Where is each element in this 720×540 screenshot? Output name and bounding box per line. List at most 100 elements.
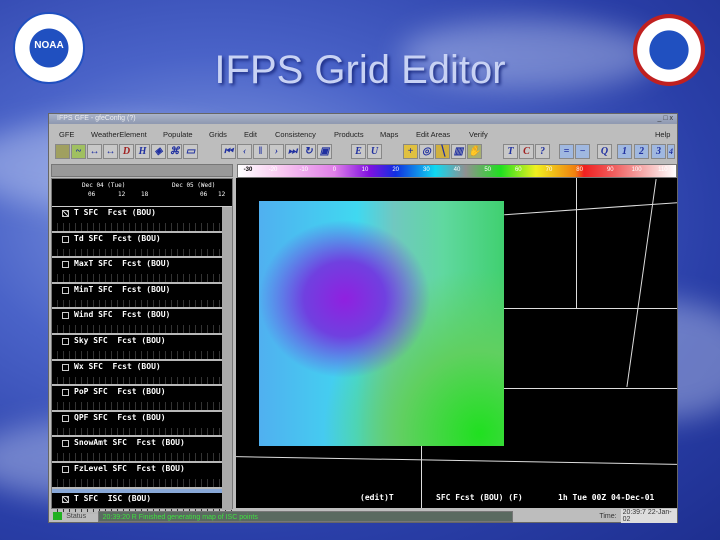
state-boundary: [504, 388, 677, 389]
state-boundary: [626, 178, 657, 388]
day-label: Dec 05 (Wed): [172, 182, 216, 189]
element-checkbox[interactable]: [62, 286, 69, 294]
element-checkbox[interactable]: [62, 312, 69, 320]
element-label: FzLevel SFC Fcst (BOU): [74, 463, 185, 473]
element-checkbox[interactable]: [62, 389, 69, 397]
element-label: MaxT SFC Fcst (BOU): [74, 259, 171, 269]
time-scale[interactable]: Dec 04 (Tue) Dec 05 (Wed) 06 12 18 06 12: [52, 179, 232, 207]
q-button[interactable]: Q: [597, 144, 612, 159]
menu-gfe[interactable]: GFE: [59, 130, 74, 139]
menu-weather-element[interactable]: WeatherElement: [91, 130, 147, 139]
grid-time: 1h Tue 00Z 04-Dec-01: [558, 493, 655, 502]
state-boundary: [576, 178, 577, 308]
grid-manager: Dec 04 (Tue) Dec 05 (Wed) 06 12 18 06 12…: [51, 178, 233, 515]
menu-products[interactable]: Products: [334, 130, 364, 139]
help-button[interactable]: ?: [535, 144, 550, 159]
grid-element-row[interactable]: T SFC Fcst (BOU): [52, 207, 232, 233]
colorbar-tick: 30: [422, 167, 430, 173]
grid-icon[interactable]: ▥: [451, 144, 466, 159]
pane-2-button[interactable]: 2: [634, 144, 649, 159]
pane-1-button[interactable]: 1: [617, 144, 632, 159]
element-label: Wx SFC Fcst (BOU): [74, 361, 161, 371]
menu-help[interactable]: Help: [655, 130, 670, 139]
pane-4-button[interactable]: 4: [667, 144, 675, 159]
last-frame-button[interactable]: ⏭: [285, 144, 300, 159]
select-tool-button[interactable]: [55, 144, 70, 159]
grid-element-row[interactable]: MaxT SFC Fcst (BOU): [52, 258, 232, 284]
color-bar[interactable]: -30 -20 -10 0 10 20 30 40 50 60 70 80 90…: [237, 164, 677, 178]
colorbar-tick: 20: [392, 167, 400, 173]
timeline-scrollbar[interactable]: [51, 164, 233, 177]
grid-element-row[interactable]: FzLevel SFC Fcst (BOU): [52, 462, 232, 489]
menu-bar: GFE WeatherElement Populate Grids Edit C…: [49, 126, 677, 142]
menu-edit[interactable]: Edit: [244, 130, 257, 139]
element-label: PoP SFC Fcst (BOU): [74, 387, 166, 397]
brush-icon[interactable]: ⌘: [167, 144, 182, 159]
u-button[interactable]: U: [367, 144, 382, 159]
grid-element-row[interactable]: Sky SFC Fcst (BOU): [52, 334, 232, 361]
element-checkbox[interactable]: [62, 440, 69, 448]
pencil-icon[interactable]: ╲: [435, 144, 450, 159]
colorbar-tick: 70: [545, 167, 553, 173]
menu-edit-areas[interactable]: Edit Areas: [416, 130, 450, 139]
save-icon[interactable]: ▭: [183, 144, 198, 159]
target-icon[interactable]: ◎: [419, 144, 434, 159]
element-label: T SFC Fcst (BOU): [74, 208, 156, 217]
equals-button[interactable]: =: [559, 144, 574, 159]
status-indicator: [53, 512, 63, 520]
menu-verify[interactable]: Verify: [469, 130, 488, 139]
grid-element-row[interactable]: PoP SFC Fcst (BOU): [52, 386, 232, 412]
vertical-scrollbar[interactable]: [222, 207, 232, 510]
grid-element-row[interactable]: Wx SFC Fcst (BOU): [52, 360, 232, 387]
prev-frame-button[interactable]: ‹: [237, 144, 252, 159]
grid-element-row[interactable]: QPF SFC Fcst (BOU): [52, 411, 232, 438]
element-label: Wind SFC Fcst (BOU): [74, 310, 171, 320]
menu-grids[interactable]: Grids: [209, 130, 227, 139]
status-label[interactable]: Status: [66, 513, 97, 520]
element-checkbox[interactable]: [62, 465, 69, 473]
h-button[interactable]: H: [135, 144, 150, 159]
element-checkbox[interactable]: [62, 495, 69, 503]
window-title: IFPS GFE - gfeConfig (?): [57, 115, 136, 122]
contour-tool-button[interactable]: ~: [71, 144, 86, 159]
sample-icon[interactable]: ◈: [151, 144, 166, 159]
pause-button[interactable]: ‖: [253, 144, 268, 159]
pane-3-button[interactable]: 3: [651, 144, 666, 159]
grid-element-row[interactable]: Td SFC Fcst (BOU): [52, 232, 232, 259]
window-titlebar[interactable]: IFPS GFE - gfeConfig (?) _ □ x: [49, 114, 677, 124]
spatial-editor-map[interactable]: (edit)T SFC Fcst (BOU) (F) 1h Tue 00Z 04…: [236, 178, 677, 508]
loop-button[interactable]: ↻: [301, 144, 316, 159]
element-checkbox[interactable]: [62, 337, 69, 345]
grid-element-row[interactable]: SnowAmt SFC Fcst (BOU): [52, 437, 232, 463]
hour-label: 06: [88, 191, 96, 198]
minus-button[interactable]: −: [575, 144, 590, 159]
element-checkbox[interactable]: [62, 235, 69, 243]
status-bar: Status 20:39:20 R Finished generating ma…: [49, 509, 677, 523]
t-button[interactable]: T: [503, 144, 518, 159]
window-controls[interactable]: _ □ x: [657, 114, 673, 124]
element-checkbox[interactable]: [62, 261, 69, 269]
d-button[interactable]: D: [119, 144, 134, 159]
menu-consistency[interactable]: Consistency: [275, 130, 316, 139]
grid-element-row[interactable]: MinT SFC Fcst (BOU): [52, 283, 232, 310]
menu-populate[interactable]: Populate: [163, 130, 193, 139]
menu-maps[interactable]: Maps: [380, 130, 398, 139]
gfe-window: IFPS GFE - gfeConfig (?) _ □ x GFE Weathe…: [48, 113, 678, 523]
time-label: Time:: [599, 512, 617, 520]
colorbar-tick: 110: [658, 167, 668, 173]
hand-icon[interactable]: ✋: [467, 144, 482, 159]
grid-element-row[interactable]: Wind SFC Fcst (BOU): [52, 309, 232, 335]
c-button[interactable]: C: [519, 144, 534, 159]
element-checkbox[interactable]: [62, 414, 69, 422]
element-checkbox[interactable]: [62, 363, 69, 371]
move-tool-button[interactable]: ↔: [87, 144, 102, 159]
e-button[interactable]: E: [351, 144, 366, 159]
colorbar-tick: 0: [332, 167, 337, 173]
image-button[interactable]: ▣: [317, 144, 332, 159]
first-frame-button[interactable]: ⏮: [221, 144, 236, 159]
add-icon[interactable]: +: [403, 144, 418, 159]
adjust-tool-button[interactable]: ↔: [103, 144, 118, 159]
element-checkbox[interactable]: [62, 210, 69, 217]
next-frame-button[interactable]: ›: [269, 144, 284, 159]
colorbar-tick: 50: [484, 167, 491, 173]
